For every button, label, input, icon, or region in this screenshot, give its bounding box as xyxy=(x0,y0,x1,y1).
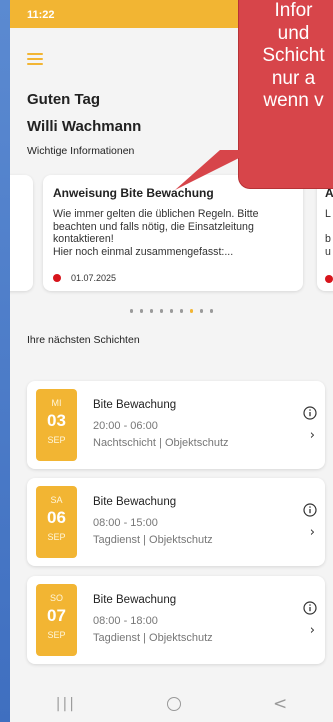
recent-apps-button[interactable]: ||| xyxy=(56,696,76,712)
callout-line: Infor xyxy=(274,0,313,21)
shift-date-box: SO 07 SEP xyxy=(36,584,77,656)
carousel-dot[interactable] xyxy=(149,309,154,313)
shift-month: SEP xyxy=(47,435,66,445)
info-icon[interactable] xyxy=(303,601,317,615)
callout-line: und xyxy=(277,22,310,44)
carousel-dot[interactable] xyxy=(159,309,164,313)
back-button[interactable]: < xyxy=(273,694,287,714)
carousel-pagination[interactable] xyxy=(10,309,333,313)
shift-weekday: SA xyxy=(50,495,63,505)
info-card-next[interactable]: A L b u xyxy=(317,175,333,291)
shift-card[interactable]: SA 06 SEP Bite Bewachung 08:00 - 15:00 Tagdie… xyxy=(27,478,325,566)
shift-time: 20:00 - 06:00 xyxy=(93,420,158,432)
shifts-section-title: Ihre nächsten Schichten xyxy=(27,334,140,346)
shift-month: SEP xyxy=(47,532,66,542)
android-nav-bar: ||| < xyxy=(10,686,333,722)
callout-tail xyxy=(175,150,255,190)
callout-line: nur a xyxy=(271,67,316,89)
shift-type: Tagdienst | Objektschutz xyxy=(93,534,213,546)
shift-title: Bite Bewachung xyxy=(93,496,177,508)
info-card-next-text: L b u xyxy=(325,208,331,258)
carousel-dot[interactable] xyxy=(139,309,144,313)
carousel-dot[interactable] xyxy=(199,309,204,313)
shift-card[interactable]: SO 07 SEP Bite Bewachung 08:00 - 18:00 Tagdie… xyxy=(27,576,325,664)
menu-icon[interactable] xyxy=(27,53,43,65)
info-carousel[interactable]: Anweisung Bite Bewachung Wie immer gelte… xyxy=(10,175,333,293)
info-card-date: 01.07.2025 xyxy=(53,273,116,283)
shift-time: 08:00 - 15:00 xyxy=(93,517,158,529)
unread-dot-icon xyxy=(325,275,333,283)
shift-title: Bite Bewachung xyxy=(93,594,177,606)
phone-screen: 11:22 Guten Tag Willi Wachmann Wichtige … xyxy=(10,0,333,722)
shift-date-box: MI 03 SEP xyxy=(36,389,77,461)
info-card-text: Wie immer gelten die üblichen Regeln. Bi… xyxy=(53,208,259,258)
carousel-dot[interactable] xyxy=(209,309,214,313)
shift-date-box: SA 06 SEP xyxy=(36,486,77,558)
info-section-title: Wichtige Informationen xyxy=(27,145,135,157)
shift-weekday: SO xyxy=(49,593,63,603)
carousel-dot[interactable] xyxy=(179,309,184,313)
chevron-right-icon[interactable]: › xyxy=(310,623,315,638)
chevron-right-icon[interactable]: › xyxy=(310,428,315,443)
left-blue-frame xyxy=(0,0,10,722)
shift-day: 03 xyxy=(47,411,66,430)
carousel-dot-active[interactable] xyxy=(189,309,194,313)
shift-time: 08:00 - 18:00 xyxy=(93,615,158,627)
status-time: 11:22 xyxy=(27,9,55,21)
shift-weekday: MI xyxy=(51,398,62,408)
shift-type: Nachtschicht | Objektschutz xyxy=(93,437,229,449)
shift-title: Bite Bewachung xyxy=(93,399,177,411)
shift-month: SEP xyxy=(47,630,66,640)
shift-card[interactable]: MI 03 SEP Bite Bewachung 20:00 - 06:00 Nachts… xyxy=(27,381,325,469)
shift-type: Tagdienst | Objektschutz xyxy=(93,632,213,644)
info-icon[interactable] xyxy=(303,406,317,420)
chevron-right-icon[interactable]: › xyxy=(310,525,315,540)
greeting-text: Guten Tag xyxy=(27,91,101,108)
info-card-date-label: 01.07.2025 xyxy=(71,273,117,283)
home-button[interactable] xyxy=(167,697,182,711)
carousel-dot[interactable] xyxy=(129,309,134,313)
info-icon[interactable] xyxy=(303,503,317,517)
info-card[interactable]: Anweisung Bite Bewachung Wie immer gelte… xyxy=(43,175,303,291)
user-name: Willi Wachmann xyxy=(27,118,142,135)
unread-dot-icon xyxy=(53,274,61,282)
shift-day: 06 xyxy=(47,508,66,527)
carousel-dot[interactable] xyxy=(169,309,174,313)
callout-line: wenn v xyxy=(263,90,324,111)
shift-day: 07 xyxy=(47,606,66,625)
callout-line: Schicht xyxy=(262,45,325,66)
info-card-previous[interactable] xyxy=(10,175,33,291)
